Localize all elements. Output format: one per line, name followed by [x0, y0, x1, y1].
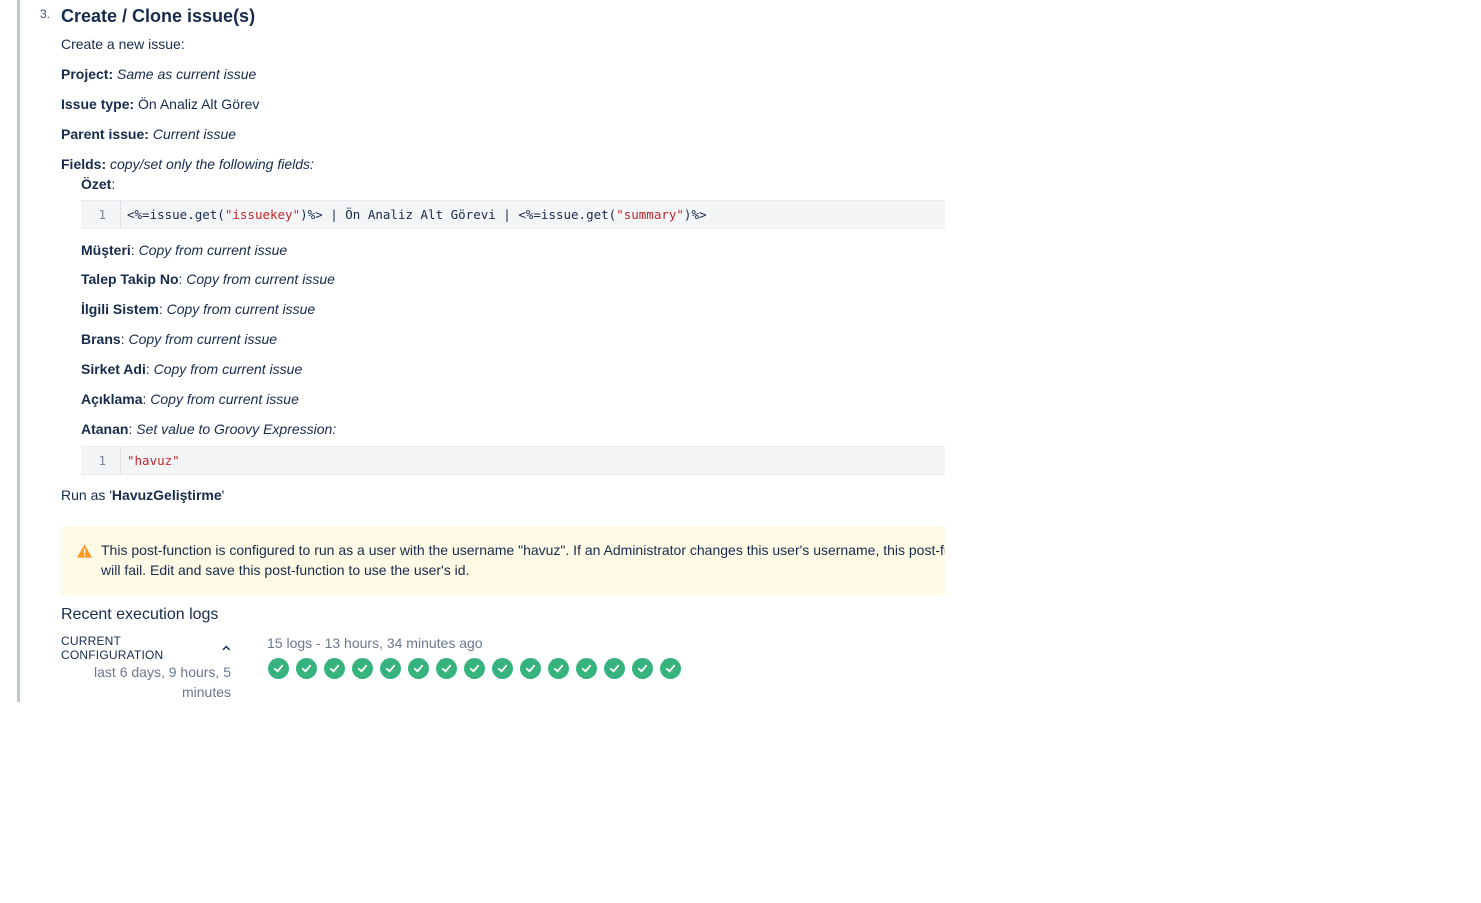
- log-status-dots: [268, 658, 681, 679]
- issue-type-row: Issue type: Ön Analiz Alt Görev: [61, 96, 259, 112]
- fields-label: Fields:: [61, 156, 107, 172]
- code-part: )%>: [683, 207, 707, 222]
- field-musteri: Müşteri: Copy from current issue: [81, 242, 288, 258]
- post-function-title: Create / Clone issue(s): [61, 6, 256, 26]
- field-separator: :: [111, 176, 116, 192]
- field-value: Copy from current issue: [153, 361, 303, 377]
- code-line: "havuz": [127, 447, 180, 474]
- field-ozet: Özet:: [81, 176, 115, 192]
- field-name: Talep Takip No: [81, 271, 179, 287]
- parent-issue-label: Parent issue:: [61, 126, 149, 142]
- parent-issue-value: Current issue: [152, 126, 237, 142]
- field-atanan: Atanan: Set value to Groovy Expression:: [81, 421, 337, 437]
- field-sirket: Sirket Adi: Copy from current issue: [81, 361, 303, 377]
- run-as-row: Run as 'HavuzGeliştirme': [61, 487, 224, 503]
- log-success-icon[interactable]: [408, 658, 429, 679]
- field-name: İlgili Sistem: [81, 301, 159, 317]
- intro-text: Create a new issue:: [61, 36, 185, 52]
- field-name: Özet: [81, 176, 112, 192]
- field-value: Copy from current issue: [186, 271, 335, 287]
- code-part: <%=issue.get(: [127, 207, 225, 222]
- log-success-icon[interactable]: [548, 658, 569, 679]
- run-as-user: HavuzGeliştirme: [111, 487, 222, 503]
- code-block-atanan: 1 "havuz": [81, 446, 945, 475]
- field-name: Sirket Adi: [81, 361, 146, 377]
- warning-icon: [77, 544, 92, 558]
- run-as-prefix: Run as ': [61, 487, 112, 503]
- log-success-icon[interactable]: [268, 658, 289, 679]
- configuration-time: last 6 days, 9 hours, 5 minutes: [94, 664, 231, 700]
- log-success-icon[interactable]: [576, 658, 597, 679]
- fields-value: copy/set only the following fields:: [110, 156, 314, 172]
- field-value: Copy from current issue: [128, 331, 278, 347]
- field-value: Copy from current issue: [138, 242, 288, 258]
- field-brans: Brans: Copy from current issue: [81, 331, 278, 347]
- field-ilgili: İlgili Sistem: Copy from current issue: [81, 301, 316, 317]
- issue-type-value: Ön Analiz Alt Görev: [138, 96, 260, 112]
- log-success-icon[interactable]: [632, 658, 653, 679]
- code-string: "issuekey": [224, 207, 301, 222]
- log-success-icon[interactable]: [660, 658, 681, 679]
- project-label: Project:: [61, 66, 114, 82]
- logs-summary: 15 logs - 13 hours, 34 minutes ago: [267, 635, 483, 651]
- parent-issue-row: Parent issue: Current issue: [61, 126, 236, 142]
- field-value: Set value to Groovy Expression:: [136, 421, 337, 437]
- log-success-icon[interactable]: [352, 658, 373, 679]
- field-name: Atanan: [81, 421, 129, 437]
- project-row: Project: Same as current issue: [61, 66, 256, 82]
- logs-heading: Recent execution logs: [61, 606, 219, 623]
- field-aciklama: Açıklama: Copy from current issue: [81, 391, 299, 407]
- log-success-icon[interactable]: [296, 658, 317, 679]
- log-success-icon[interactable]: [436, 658, 457, 679]
- log-success-icon[interactable]: [492, 658, 513, 679]
- warning-message: This post-function is configured to run …: [61, 526, 945, 595]
- log-success-icon[interactable]: [464, 658, 485, 679]
- code-line: <%=issue.get("issuekey")%> | Ön Analiz A…: [127, 201, 707, 228]
- current-configuration: CURRENT CONFIGURATION last 6 days, 9 hou…: [61, 634, 231, 702]
- field-name: Açıklama: [81, 391, 143, 407]
- field-value: Copy from current issue: [150, 391, 299, 407]
- fields-row: Fields: copy/set only the following fiel…: [61, 156, 314, 172]
- line-number: 1: [81, 201, 121, 228]
- code-part: )%> | Ön Analiz Alt Görevi | <%=issue.ge…: [300, 207, 617, 222]
- line-number: 1: [81, 447, 121, 474]
- project-value: Same as current issue: [117, 66, 257, 82]
- configuration-label: CURRENT CONFIGURATION: [61, 634, 164, 662]
- log-success-icon[interactable]: [520, 658, 541, 679]
- left-border: [17, 0, 20, 702]
- configuration-toggle[interactable]: CURRENT CONFIGURATION: [61, 634, 231, 662]
- code-block-ozet: 1 <%=issue.get("issuekey")%> | Ön Analiz…: [81, 200, 945, 229]
- field-name: Brans: [81, 331, 121, 347]
- run-as-suffix: ': [221, 487, 225, 503]
- log-success-icon[interactable]: [324, 658, 345, 679]
- issue-type-label: Issue type:: [61, 96, 135, 112]
- chevron-up-icon: [222, 645, 231, 651]
- code-string: "summary": [616, 207, 684, 222]
- code-string: "havuz": [127, 453, 180, 468]
- field-value: Copy from current issue: [166, 301, 316, 317]
- log-success-icon[interactable]: [604, 658, 625, 679]
- field-name: Müşteri: [81, 242, 131, 258]
- log-success-icon[interactable]: [380, 658, 401, 679]
- step-number: 3.: [40, 7, 51, 21]
- warning-text: This post-function is configured to run …: [101, 542, 945, 578]
- field-talep: Talep Takip No: Copy from current issue: [81, 271, 335, 287]
